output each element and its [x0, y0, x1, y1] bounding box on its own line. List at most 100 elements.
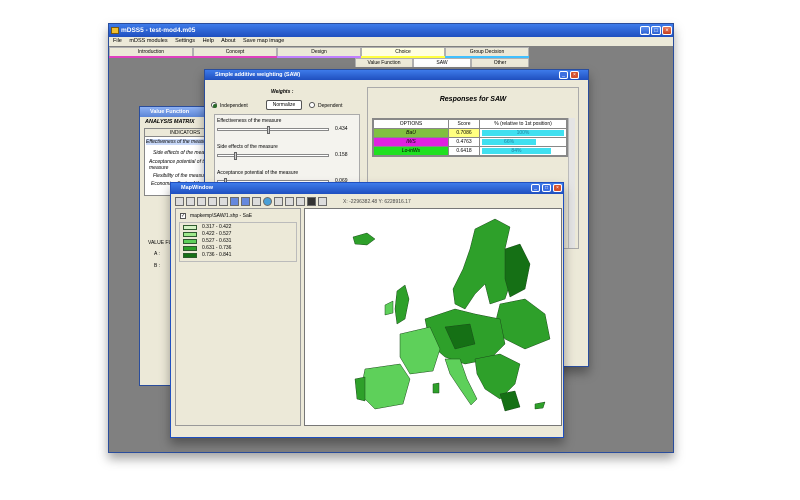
pct-cell: 66%	[479, 137, 567, 147]
tab-design[interactable]: Design	[277, 47, 361, 56]
slider-thumb[interactable]	[234, 152, 238, 160]
table-row[interactable]: IWS 0.4763 66%	[373, 137, 567, 147]
select-icon[interactable]	[274, 197, 283, 206]
layer-name: mapkemp\SAW/1.shp - SaE	[190, 213, 253, 219]
globe-icon[interactable]	[263, 197, 272, 206]
menu-modules[interactable]: mDSS modules	[129, 38, 167, 44]
a-label: A :	[154, 251, 160, 257]
score-header: Score	[448, 119, 480, 129]
measure-icon[interactable]	[296, 197, 305, 206]
menu-save-map[interactable]: Save map image	[243, 38, 284, 44]
legend-label: 0.736 - 0.841	[202, 252, 232, 258]
menu-file[interactable]: File	[113, 38, 122, 44]
b-label: B :	[154, 263, 161, 269]
map-window: MapWindow _ □ × X: -2296382.48 Y: 622891…	[170, 182, 564, 438]
options-header: OPTIONS	[373, 119, 449, 129]
zoom-selection-icon[interactable]	[219, 197, 228, 206]
subtab-saw[interactable]: SAW	[413, 58, 471, 67]
maximize-button[interactable]: □	[651, 26, 661, 35]
zoom-extent-icon[interactable]	[197, 197, 206, 206]
legend-label: 0.527 - 0.631	[202, 238, 232, 244]
region-britain	[394, 284, 410, 325]
effectiveness-slider[interactable]	[217, 126, 329, 134]
coordinates-readout: X: -2296382.48 Y: 6228916.17	[343, 199, 411, 205]
main-title-bar[interactable]: mDSS5 - test-mod4.m05	[109, 24, 673, 37]
option-cell: Lo-inWs	[373, 146, 449, 156]
map-canvas[interactable]	[304, 208, 562, 426]
legend-label: 0.631 - 0.736	[202, 245, 232, 251]
legend-label: 0.422 - 0.527	[202, 231, 232, 237]
value-function-title: Value Function	[150, 109, 190, 115]
score-cell: 0.6418	[448, 146, 480, 156]
region-italy	[444, 358, 478, 406]
zoom-out-icon[interactable]	[186, 197, 195, 206]
region-iberia	[359, 363, 411, 410]
map-minimize-button[interactable]: _	[531, 184, 540, 192]
identify-icon[interactable]	[285, 197, 294, 206]
map-title-bar[interactable]: MapWindow	[171, 183, 563, 194]
table-row[interactable]: BaU 0.7086 100%	[373, 128, 567, 138]
weights-label: Weights :	[271, 89, 294, 95]
export-icon[interactable]	[318, 197, 327, 206]
slider-value: 0.158	[335, 152, 348, 158]
legend-box: 0.317 - 0.422 0.422 - 0.527 0.527 - 0.63…	[179, 222, 297, 262]
legend-swatch	[183, 253, 197, 258]
zoom-in-icon[interactable]	[175, 197, 184, 206]
tab-group-decision[interactable]: Group Decision	[445, 47, 529, 56]
pct-bar: 84%	[482, 148, 551, 154]
menu-help[interactable]: Help	[203, 38, 214, 44]
zoom-layer-icon[interactable]	[208, 197, 217, 206]
score-cell: 0.7086	[448, 128, 480, 138]
close-button[interactable]: ×	[662, 26, 672, 35]
pct-cell: 84%	[479, 146, 567, 156]
layer-checkbox[interactable]: ✓	[180, 213, 186, 219]
value-function-label: VALUE FU	[148, 240, 173, 246]
region-cyprus	[534, 401, 546, 410]
tab-bar-intro	[109, 56, 193, 58]
pct-bar: 66%	[482, 139, 537, 145]
menu-settings[interactable]: Settings	[175, 38, 195, 44]
slider-thumb[interactable]	[266, 126, 270, 134]
map-close-button[interactable]: ×	[553, 184, 562, 192]
region-corsica	[432, 382, 440, 394]
pct-bar: 100%	[482, 130, 564, 136]
independent-label: Independent	[220, 103, 248, 109]
saw-title-bar[interactable]: Simple additive weighting (SAW)	[205, 70, 588, 80]
legend-label: 0.317 - 0.422	[202, 224, 232, 230]
tab-row: Introduction Concept Design Choice Group Dec…	[109, 47, 529, 56]
tab-introduction[interactable]: Introduction	[109, 47, 193, 56]
analysis-matrix-heading: ANALYSIS MATRIX	[145, 119, 195, 125]
region-ireland	[384, 300, 394, 316]
table-row[interactable]: Lo-inWs 0.6418 84%	[373, 146, 567, 156]
responses-table: OPTIONS Score % (relative to 1st positio…	[372, 118, 568, 157]
subtab-other[interactable]: Other	[471, 58, 529, 67]
attribute-table-icon[interactable]	[307, 197, 316, 206]
side-effects-slider[interactable]	[217, 152, 329, 160]
previous-extent-icon[interactable]	[230, 197, 239, 206]
responses-scrollbar[interactable]	[568, 118, 575, 248]
radio-dot	[213, 104, 217, 108]
slider-value: 0.434	[335, 126, 348, 132]
subtab-value-function[interactable]: Value Function	[355, 58, 413, 67]
map-maximize-button[interactable]: □	[542, 184, 551, 192]
dependent-radio[interactable]	[309, 102, 315, 108]
tab-choice[interactable]: Choice	[361, 47, 445, 56]
menu-about[interactable]: About	[221, 38, 235, 44]
slider-label: Effectiveness of the measure	[217, 118, 282, 124]
saw-close-button[interactable]: ×	[570, 71, 579, 79]
pct-cell: 100%	[479, 128, 567, 138]
region-greece	[499, 390, 521, 412]
map-toolbar	[175, 197, 335, 206]
minimize-button[interactable]: _	[640, 26, 650, 35]
legend-swatch	[183, 239, 197, 244]
independent-radio[interactable]	[211, 102, 217, 108]
normalize-button[interactable]: Normalize	[266, 100, 302, 110]
subtab-row: Value Function SAW Other	[355, 58, 529, 67]
saw-title: Simple additive weighting (SAW)	[215, 72, 301, 78]
europe-map	[352, 218, 551, 412]
next-extent-icon[interactable]	[241, 197, 250, 206]
tab-concept[interactable]: Concept	[193, 47, 277, 56]
saw-minimize-button[interactable]: _	[559, 71, 568, 79]
score-cell: 0.4763	[448, 137, 480, 147]
pan-icon[interactable]	[252, 197, 261, 206]
